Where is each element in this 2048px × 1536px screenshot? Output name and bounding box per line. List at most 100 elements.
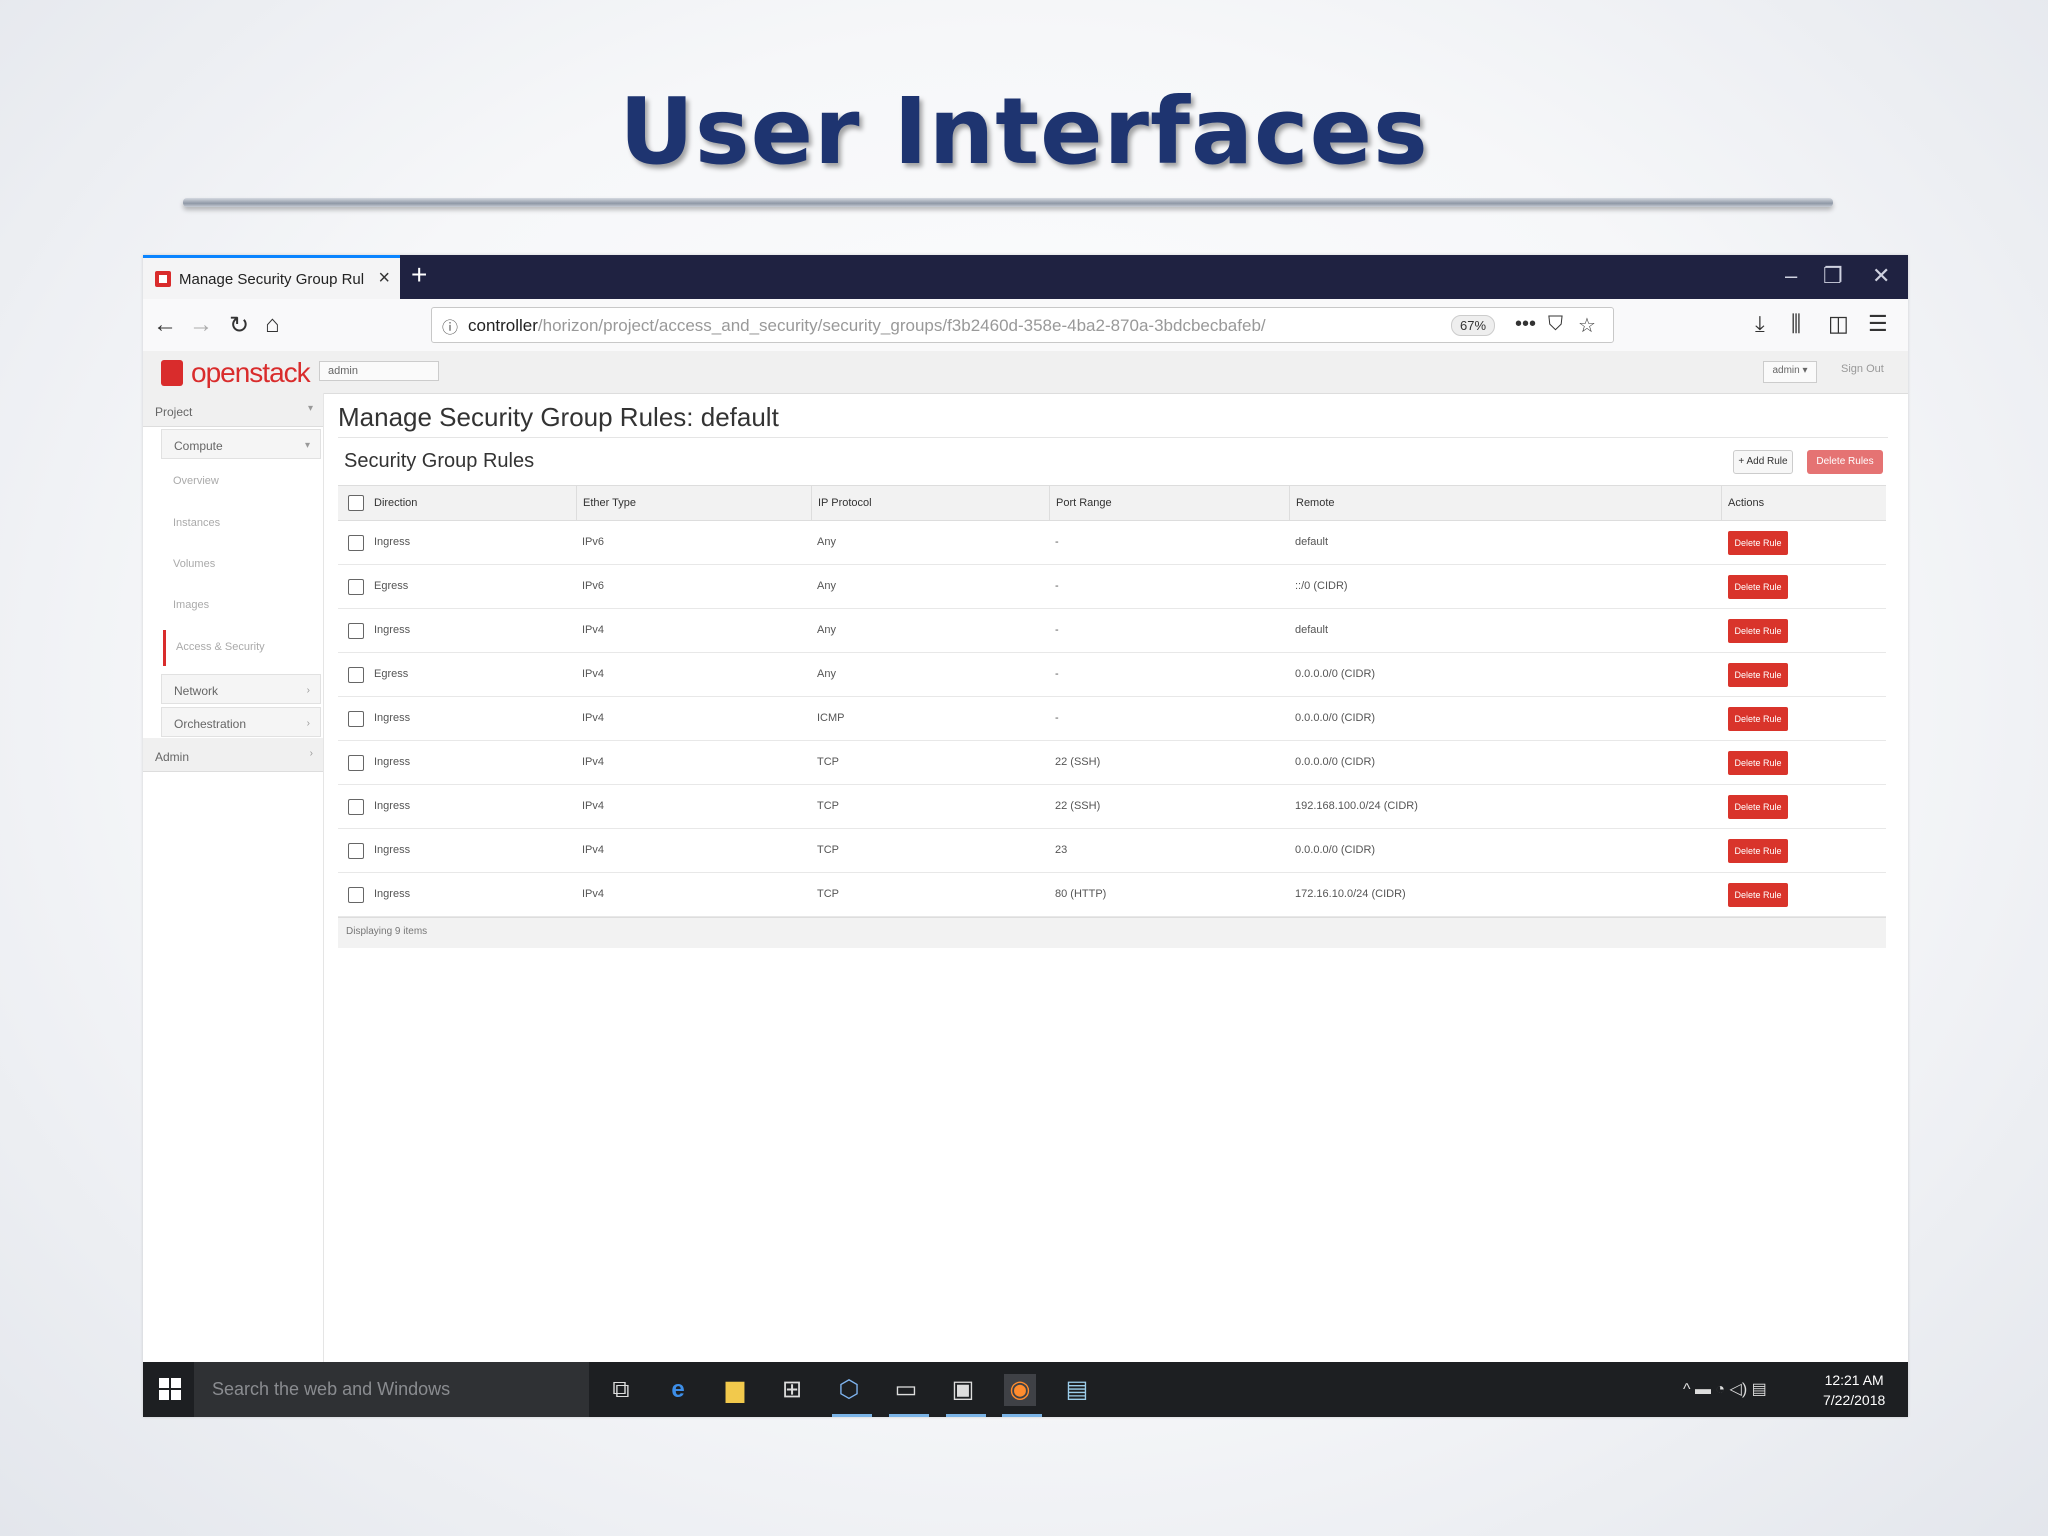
active-app-indicator bbox=[1002, 1414, 1042, 1417]
user-menu[interactable]: admin ▾ bbox=[1763, 361, 1817, 383]
column-header-ip-protocol[interactable]: IP Protocol bbox=[811, 486, 1049, 520]
delete-rule-button[interactable]: Delete Rule bbox=[1728, 838, 1788, 863]
zoom-level-badge[interactable]: 67% bbox=[1451, 315, 1496, 336]
delete-rule-button[interactable]: Delete Rule bbox=[1728, 618, 1788, 643]
delete-rule-button[interactable]: Delete Rule bbox=[1728, 750, 1788, 775]
row-checkbox[interactable] bbox=[348, 666, 364, 683]
column-header-ether-type[interactable]: Ether Type bbox=[576, 486, 811, 520]
delete-rules-button[interactable]: Delete Rules bbox=[1807, 450, 1883, 474]
row-checkbox[interactable] bbox=[348, 754, 364, 771]
slide-title: User Interfaces bbox=[619, 78, 1429, 185]
sidebar-toggle-icon[interactable]: ◫ bbox=[1828, 311, 1849, 337]
clock-time: 12:21 AM bbox=[1824, 1372, 1884, 1388]
forward-arrow-icon[interactable]: → bbox=[189, 311, 213, 339]
project-selector[interactable]: admin bbox=[319, 361, 439, 381]
hamburger-menu-icon[interactable]: ☰ bbox=[1868, 311, 1888, 337]
sign-out-link[interactable]: Sign Out bbox=[1841, 363, 1884, 375]
back-arrow-icon[interactable]: ← bbox=[153, 311, 177, 339]
row-checkbox[interactable] bbox=[348, 886, 364, 903]
taskbar-clock[interactable]: 12:21 AM 7/22/2018 bbox=[1823, 1370, 1885, 1410]
delete-rule-button[interactable]: Delete Rule bbox=[1728, 662, 1788, 687]
delete-rule-button[interactable]: Delete Rule bbox=[1728, 574, 1788, 599]
new-tab-button[interactable]: + bbox=[411, 259, 427, 291]
terminal-icon[interactable]: ▣ bbox=[947, 1374, 979, 1406]
delete-rule-button[interactable]: Delete Rule bbox=[1728, 530, 1788, 555]
cell-direction: Ingress bbox=[374, 536, 411, 548]
address-bar[interactable]: ⓘ controller/horizon/project/access_and_… bbox=[431, 307, 1614, 343]
cell-port: - bbox=[1055, 624, 1059, 636]
tab-security-group-rules[interactable]: Manage Security Group Rules × bbox=[143, 255, 400, 299]
window-app-icon[interactable]: ▭ bbox=[890, 1374, 922, 1406]
sidebar-item-admin[interactable]: Admin › bbox=[143, 738, 323, 772]
info-icon[interactable]: ⓘ bbox=[442, 314, 458, 338]
sidebar-item-network[interactable]: Network › bbox=[161, 674, 321, 704]
home-icon[interactable]: ⌂ bbox=[265, 311, 280, 339]
reload-icon[interactable]: ↻ bbox=[229, 311, 249, 340]
tab-strip: Manage Security Group Rules × + – ❐ ✕ bbox=[143, 255, 1908, 299]
sidebar-item-compute[interactable]: Compute ▾ bbox=[161, 429, 321, 459]
cell-direction: Ingress bbox=[374, 888, 411, 900]
library-icon[interactable]: ⫼ bbox=[1791, 311, 1801, 337]
firefox-icon[interactable]: ◉ bbox=[1004, 1374, 1036, 1406]
row-checkbox[interactable] bbox=[348, 622, 364, 639]
bookmark-star-icon[interactable]: ☆ bbox=[1578, 313, 1596, 338]
sidebar-item-label: Orchestration bbox=[174, 717, 247, 731]
cell-ether: IPv4 bbox=[582, 668, 605, 680]
url-text: controller/horizon/project/access_and_se… bbox=[468, 316, 1288, 336]
notepad-icon[interactable]: ▤ bbox=[1061, 1374, 1093, 1406]
delete-rule-button[interactable]: Delete Rule bbox=[1728, 882, 1788, 907]
restore-button[interactable]: ❐ bbox=[1823, 263, 1843, 289]
heading-divider bbox=[338, 437, 1888, 438]
file-explorer-icon[interactable]: ▆ bbox=[719, 1374, 751, 1406]
cell-ether: IPv6 bbox=[582, 536, 605, 548]
delete-rule-button[interactable]: Delete Rule bbox=[1728, 706, 1788, 731]
cell-port: - bbox=[1055, 580, 1059, 592]
cell-remote: ::/0 (CIDR) bbox=[1295, 580, 1348, 592]
select-all-checkbox[interactable] bbox=[348, 495, 364, 511]
taskbar-search-box[interactable]: Search the web and Windows bbox=[194, 1362, 589, 1417]
table-row: Ingress IPv4 TCP 22 (SSH) 0.0.0.0/0 (CIDR) De… bbox=[338, 741, 1886, 785]
sidebar-item-orchestration[interactable]: Orchestration › bbox=[161, 707, 321, 737]
row-checkbox[interactable] bbox=[348, 534, 364, 551]
table-row: Ingress IPv4 Any - default Delete Rule bbox=[338, 609, 1886, 653]
sidebar-item-project[interactable]: Project ▾ bbox=[143, 393, 323, 427]
cell-protocol: TCP bbox=[817, 756, 839, 768]
virtualbox-icon[interactable]: ⬡ bbox=[833, 1374, 865, 1406]
edge-browser-icon[interactable]: e bbox=[662, 1374, 694, 1406]
minimize-button[interactable]: – bbox=[1785, 263, 1797, 289]
add-rule-button[interactable]: + Add Rule bbox=[1733, 450, 1793, 474]
row-checkbox[interactable] bbox=[348, 578, 364, 595]
cell-protocol: TCP bbox=[817, 844, 839, 856]
column-header-remote[interactable]: Remote bbox=[1289, 486, 1721, 520]
close-window-button[interactable]: ✕ bbox=[1872, 263, 1890, 289]
sidebar-item-instances[interactable]: Instances bbox=[173, 517, 220, 529]
download-icon[interactable]: ⤓ bbox=[1755, 311, 1765, 337]
task-view-icon[interactable]: ⧉ bbox=[605, 1374, 637, 1406]
cell-ether: IPv4 bbox=[582, 712, 605, 724]
sidebar-item-images[interactable]: Images bbox=[173, 599, 209, 611]
tab-title: Manage Security Group Rules bbox=[179, 271, 364, 288]
sidebar-item-overview[interactable]: Overview bbox=[173, 475, 219, 487]
column-header-port-range[interactable]: Port Range bbox=[1049, 486, 1289, 520]
openstack-logo-text[interactable]: openstack bbox=[191, 357, 311, 389]
chevron-down-icon: ▾ bbox=[304, 440, 310, 451]
sidebar-item-access-security[interactable]: Access & Security bbox=[163, 630, 323, 666]
pocket-icon[interactable]: ⛉ bbox=[1548, 313, 1563, 336]
row-checkbox[interactable] bbox=[348, 842, 364, 859]
cell-remote: 172.16.10.0/24 (CIDR) bbox=[1295, 888, 1406, 900]
sidebar-item-volumes[interactable]: Volumes bbox=[173, 558, 215, 570]
tab-close-icon[interactable]: × bbox=[378, 267, 390, 290]
column-header-direction[interactable]: Direction bbox=[368, 486, 576, 520]
chevron-right-icon: › bbox=[306, 718, 310, 729]
cell-protocol: TCP bbox=[817, 888, 839, 900]
windows-start-icon[interactable] bbox=[159, 1378, 181, 1400]
store-icon[interactable]: ⊞ bbox=[776, 1374, 808, 1406]
delete-rule-button[interactable]: Delete Rule bbox=[1728, 794, 1788, 819]
row-checkbox[interactable] bbox=[348, 710, 364, 727]
cell-protocol: Any bbox=[817, 624, 836, 636]
active-app-indicator bbox=[889, 1414, 929, 1417]
chevron-down-icon: ▾ bbox=[307, 403, 313, 414]
row-checkbox[interactable] bbox=[348, 798, 364, 815]
system-tray-icons[interactable]: ^ ▬ ◔ ◁) ▤ bbox=[1683, 1379, 1767, 1399]
page-actions-icon[interactable]: ••• bbox=[1515, 313, 1536, 336]
